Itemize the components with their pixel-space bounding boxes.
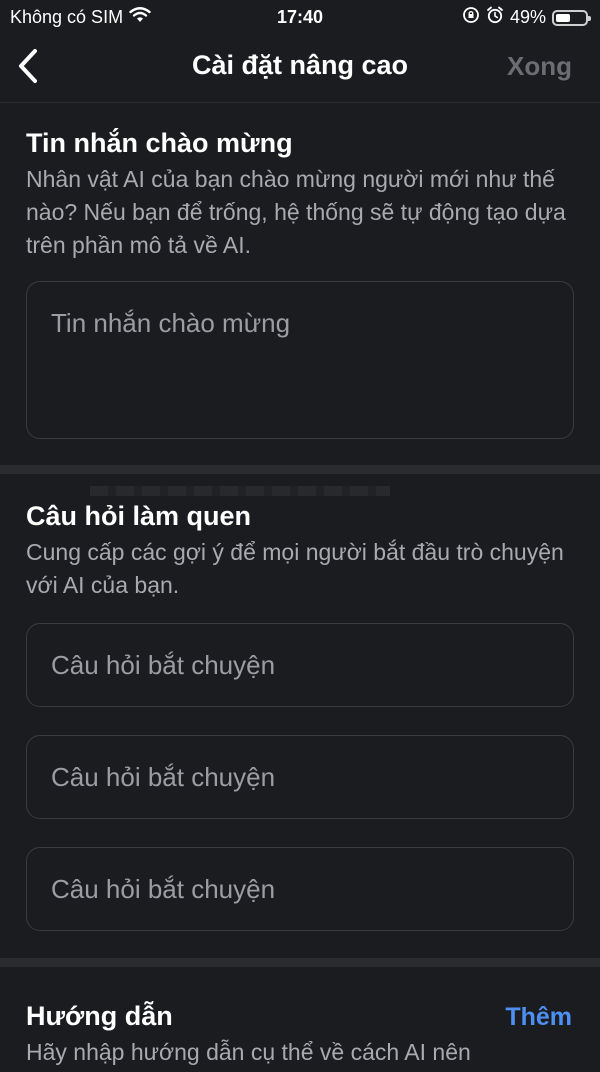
starter-question-input[interactable]: Câu hỏi bắt chuyện bbox=[26, 623, 574, 707]
blurred-artifact bbox=[90, 486, 390, 496]
starters-title: Câu hỏi làm quen bbox=[26, 501, 252, 531]
alarm-icon bbox=[486, 6, 504, 29]
battery-percent: 49% bbox=[509, 7, 546, 27]
done-button[interactable]: Xong bbox=[507, 51, 572, 82]
nav-bar: Cài đặt nâng cao Xong bbox=[0, 34, 600, 103]
welcome-title: Tin nhắn chào mừng bbox=[26, 128, 293, 158]
instructions-section: Hướng dẫn Hãy nhập hướng dẫn cụ thể về c… bbox=[26, 1001, 574, 1069]
starter-question-input[interactable]: Câu hỏi bắt chuyện bbox=[26, 847, 574, 931]
welcome-message-input[interactable]: Tin nhắn chào mừng bbox=[26, 281, 574, 439]
instructions-title: Hướng dẫn bbox=[26, 1001, 173, 1031]
welcome-description: Nhân vật AI của bạn chào mừng người mới … bbox=[26, 166, 566, 258]
starters-description: Cung cấp các gợi ý để mọi người bắt đầu … bbox=[26, 539, 564, 598]
instructions-description: Hãy nhập hướng dẫn cụ thể về cách AI nên bbox=[26, 1039, 471, 1065]
status-bar: Không có SIM 17:40 49% bbox=[0, 0, 600, 34]
starter-question-input[interactable]: Câu hỏi bắt chuyện bbox=[26, 735, 574, 819]
section-divider bbox=[0, 465, 600, 474]
welcome-section: Tin nhắn chào mừng Nhân vật AI của bạn c… bbox=[26, 128, 574, 262]
battery-fill bbox=[556, 13, 570, 22]
add-instruction-button[interactable]: Thêm bbox=[505, 1003, 572, 1032]
battery-icon bbox=[552, 9, 591, 26]
status-right: 49% bbox=[462, 6, 591, 29]
rotation-lock-icon bbox=[462, 6, 480, 29]
section-divider bbox=[0, 958, 600, 967]
starters-section: Câu hỏi làm quen Cung cấp các gợi ý để m… bbox=[26, 501, 574, 602]
